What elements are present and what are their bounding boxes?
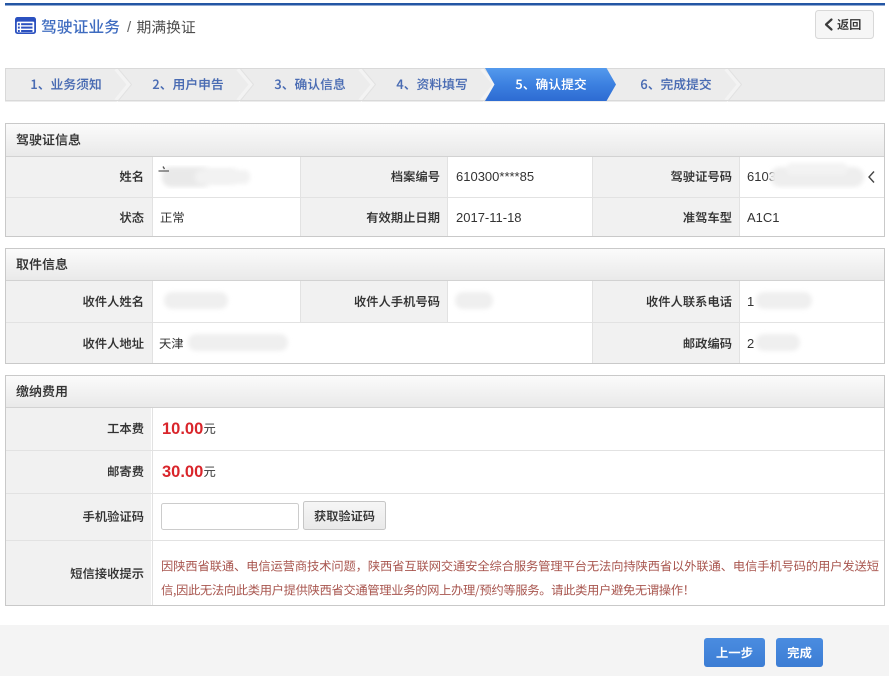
svg-text:1: 1 — [747, 294, 754, 309]
svg-text:2: 2 — [747, 336, 754, 351]
svg-text:30.00: 30.00 — [162, 463, 203, 481]
svg-text:A1C1: A1C1 — [747, 210, 780, 225]
svg-text:2017-11-18: 2017-11-18 — [456, 210, 522, 225]
svg-text:/: / — [127, 19, 132, 36]
svg-text:610300****85: 610300****85 — [456, 169, 534, 184]
svg-text:10.00: 10.00 — [162, 420, 203, 438]
